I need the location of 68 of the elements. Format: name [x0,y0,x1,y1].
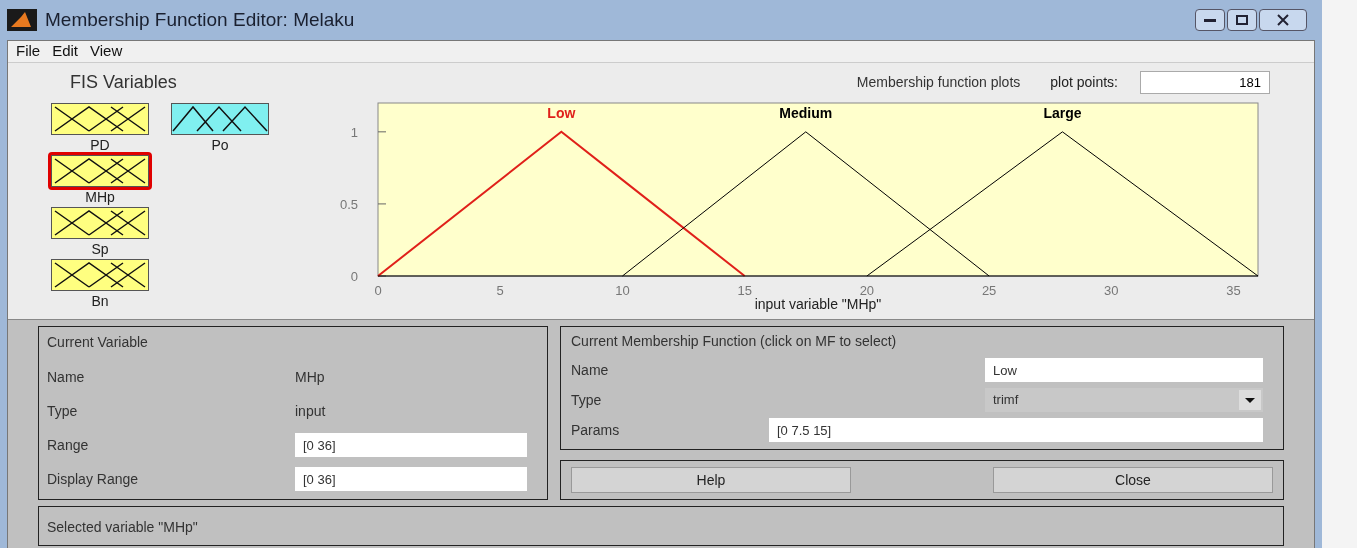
y-tick-label: 0.5 [339,196,358,212]
dialog-button[interactable]: Help [571,467,851,493]
field-label: Name [571,360,609,380]
x-axis-label: input variable "MHp" [754,296,882,312]
y-tick: 0.5 [339,196,387,212]
variable-button[interactable] [48,100,152,138]
membership-curve[interactable] [866,131,1259,277]
field-label: Name [47,367,86,387]
range-field[interactable]: [0 36] [295,467,527,491]
membership-curves-icon [51,259,149,291]
maximize-button[interactable] [1227,9,1257,31]
x-tick-label: 15 [737,283,752,298]
plot-points-field[interactable]: 181 [1140,71,1270,94]
panel-title: Current Variable [47,333,149,352]
dialog-button[interactable]: Close [993,467,1273,493]
x-tick-label: 10 [615,283,630,298]
y-tick-label: 0 [350,269,358,284]
mf-type-dropdown[interactable]: trimf [985,388,1263,412]
membership-curves-icon [51,103,149,135]
menu-item[interactable]: Edit [52,40,79,63]
app-icon [7,9,37,31]
close-icon [1277,14,1289,26]
variable-button[interactable] [48,204,152,242]
close-button[interactable] [1259,9,1307,31]
membership-curve[interactable] [621,131,990,277]
field-label: Params [571,420,620,440]
field-label: Type [47,401,79,421]
mf-name-field[interactable]: Low [985,358,1263,382]
x-tick-label: 25 [981,283,997,298]
curve-label: Low [547,105,576,121]
variable-button[interactable] [48,256,152,294]
menu-item[interactable]: File [16,40,41,63]
mf-params-field[interactable]: [0 7.5 15] [769,418,1263,442]
membership-curves-icon [51,207,149,239]
curve-label: Medium [779,105,833,121]
membership-curves-icon [51,155,149,187]
x-tick-label: 5 [496,283,504,298]
membership-curve[interactable] [377,130,746,277]
panel-title: FIS Variables [70,71,178,94]
field-value: input [295,401,326,421]
x-tick-label: 30 [1104,283,1119,298]
variable-label: PD [90,138,110,152]
variable-label: Bn [91,294,109,308]
variable-label: Po [211,138,229,152]
y-tick: 1 [350,124,387,140]
curve-label: Large [1043,105,1082,121]
y-tick-label: 1 [350,124,358,140]
menu-item[interactable]: View [90,40,123,63]
window-title: Membership Function Editor: Melaku [45,7,355,32]
x-tick-label: 20 [859,283,875,298]
plot-points-label: plot points: [1050,73,1118,92]
field-label: Range [47,435,90,455]
variable-button[interactable] [48,152,152,190]
range-field[interactable]: [0 36] [295,433,527,457]
field-label: Display Range [47,469,140,489]
x-tick-label: 35 [1226,283,1241,298]
variable-label: Sp [91,242,109,256]
field-label: Type [571,390,602,410]
variable-label: MHp [85,190,115,204]
variable-button[interactable] [168,100,272,138]
panel-title: Current Membership Function (click on MF to select) [571,332,898,351]
membership-curves-icon [171,103,269,135]
field-value: MHp [295,367,325,387]
plot-title: Membership function plots [856,73,1021,92]
y-tick: 0 [350,269,387,284]
status-text: Selected variable "MHp" [47,519,198,535]
minimize-button[interactable] [1195,9,1225,31]
x-tick-label: 0 [374,283,382,298]
